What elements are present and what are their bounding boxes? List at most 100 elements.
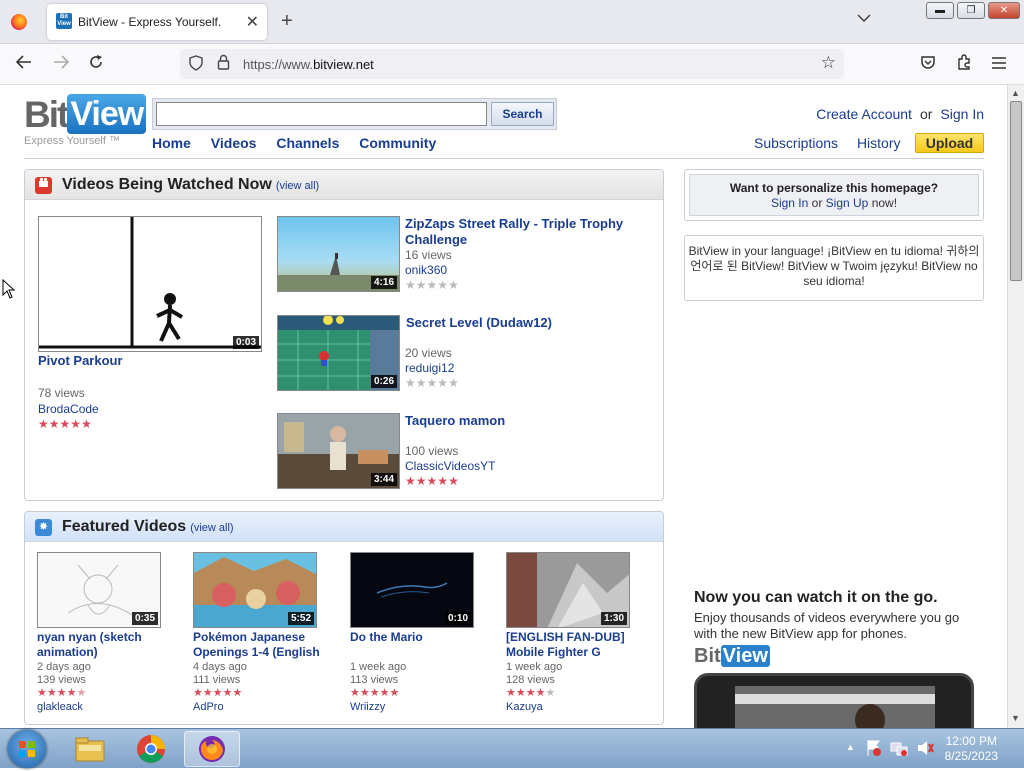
nav-community[interactable]: Community [359,135,436,151]
star-icon: ★ [59,417,71,431]
sidebar-sign-in-link[interactable]: Sign In [771,196,808,210]
search-button[interactable]: Search [491,102,554,126]
video-title-link[interactable]: nyan nyan (sketch animation) [37,630,177,660]
star-icon: ★ [448,474,459,488]
close-tab-icon[interactable]: ✕ [246,12,259,32]
logo-bit-text: Bit [24,94,69,135]
star-icon: ★ [437,376,449,390]
window-close-button[interactable]: ✕ [988,2,1020,19]
video-title-link[interactable]: Do the Mario [350,630,490,645]
nav-videos[interactable]: Videos [211,135,257,151]
network-icon[interactable] [890,739,908,760]
uploader-link[interactable]: onik360 [405,263,447,277]
url-text[interactable]: https://www.bitview.net [243,57,374,72]
video-title-link[interactable]: ZipZaps Street Rally - Triple Trophy Cha… [405,216,655,248]
start-button[interactable] [8,730,46,768]
menu-hamburger-icon[interactable] [992,54,1006,74]
volume-icon[interactable] [916,739,934,760]
uploader-link[interactable]: glakleack [37,701,83,713]
video-title-link[interactable]: Taquero mamon [405,413,655,429]
uploader-link[interactable]: reduigi12 [405,361,454,375]
scrollbar-thumb[interactable] [1010,101,1022,281]
star-rating: ★★★★★ [405,475,459,487]
show-hidden-icons-icon[interactable]: ▲ [846,742,855,752]
bitview-logo[interactable]: BitView Express Yourself ™ [24,94,147,147]
video-thumbnail-nyan-nyan[interactable]: 0:35 [37,552,161,628]
browser-tab[interactable]: Bit View BitView - Express Yourself. ✕ [47,4,267,40]
minimize-button[interactable]: ▬ [926,2,954,19]
uploader-link[interactable]: Wriizzy [350,701,385,713]
file-explorer-icon[interactable] [62,731,118,767]
video-thumbnail-taquero[interactable]: 3:44 [277,413,400,489]
video-thumbnail-mobile-fighter[interactable]: 1:30 [506,552,630,628]
star-icon: ★ [515,687,526,699]
back-arrow-icon[interactable] [15,54,33,75]
subscriptions-link[interactable]: Subscriptions [754,135,838,151]
featured-videos-header: ✸ Featured Videos (view all) [25,512,663,542]
view-count: 16 views [405,248,452,262]
nav-home[interactable]: Home [152,135,191,151]
uploader-link[interactable]: BrodaCode [38,402,99,416]
video-thumbnail-secret-level[interactable]: 0:26 [277,315,400,391]
system-clock[interactable]: 12:00 PM 8/25/2023 [945,734,998,764]
view-count: 100 views [405,444,459,458]
featured-view-all-link[interactable]: (view all) [190,522,233,534]
uploader-link[interactable]: ClassicVideosYT [405,459,495,473]
star-icon: ★ [81,417,92,431]
windows-taskbar: ▲ 12:00 PM 8/25/2023 [0,728,1024,768]
restore-button[interactable]: ❐ [957,2,985,19]
create-account-link[interactable]: Create Account [816,106,912,122]
video-thumbnail-do-the-mario[interactable]: 0:10 [350,552,474,628]
video-title-link[interactable]: Pokémon Japanese Openings 1-4 (English [193,630,333,660]
tab-list-chevron-icon[interactable] [857,12,871,26]
star-icon: ★ [46,687,57,699]
uploader-link[interactable]: AdPro [193,701,224,713]
view-count: 128 views [506,674,555,686]
star-icon: ★ [405,376,416,390]
action-center-flag-icon[interactable] [866,739,882,760]
scroll-down-icon[interactable]: ▼ [1011,713,1020,723]
search-input[interactable] [156,102,487,126]
featured-videos-title: Featured Videos (view all) [62,518,234,536]
mobile-app-promo[interactable]: Now you can watch it on the go. Enjoy th… [684,581,984,728]
sidebar-sign-up-link[interactable]: Sign Up [826,196,869,210]
bookmark-star-icon[interactable]: ☆ [821,53,836,73]
uploader-link[interactable]: Kazuya [506,701,543,713]
duration-badge: 3:44 [370,473,397,486]
chrome-icon[interactable] [123,731,179,767]
view-count: 78 views [38,386,85,400]
star-rating: ★★★★★ [193,687,242,699]
video-title-link[interactable]: [ENGLISH FAN-DUB] Mobile Fighter G [506,630,646,660]
star-icon: ★ [202,687,213,699]
address-bar[interactable]: https://www.bitview.net ☆ [180,49,844,79]
watched-view-all-link[interactable]: (view all) [276,180,319,192]
lock-icon[interactable] [217,54,230,73]
tracking-shield-icon[interactable] [189,55,203,74]
video-thumbnail-pivot-parkour[interactable]: 0:03 [38,216,262,352]
web-page: BitView Express Yourself ™ Search Home V… [0,85,1007,728]
page-scrollbar[interactable]: ▲ ▼ [1007,85,1024,728]
promo-logo-bit: Bit [694,645,721,667]
history-link[interactable]: History [857,135,901,151]
upload-button[interactable]: Upload [915,133,984,153]
scroll-up-icon[interactable]: ▲ [1011,88,1020,98]
nav-channels[interactable]: Channels [276,135,339,151]
firefox-icon[interactable] [11,14,27,30]
new-tab-icon[interactable]: + [281,10,293,33]
firefox-taskbar-icon[interactable] [184,731,240,767]
sidebar-or-text: or [811,196,823,210]
star-icon: ★ [369,687,380,699]
video-thumbnail-pokemon[interactable]: 5:52 [193,552,317,628]
pocket-icon[interactable] [920,54,936,75]
star-icon: ★ [426,278,438,292]
watched-now-icon [35,177,52,194]
video-thumbnail-zipzaps[interactable]: 4:16 [277,216,400,292]
video-title-link[interactable]: Secret Level (Dudaw12) [406,315,656,331]
sign-in-link[interactable]: Sign In [940,106,984,122]
star-icon: ★ [448,376,459,390]
forward-arrow-icon[interactable] [52,54,70,75]
video-title-link[interactable]: Pivot Parkour [38,353,123,369]
main-nav: Home Videos Channels Community [152,135,452,151]
reload-icon[interactable] [88,54,104,75]
extensions-icon[interactable] [956,54,972,75]
